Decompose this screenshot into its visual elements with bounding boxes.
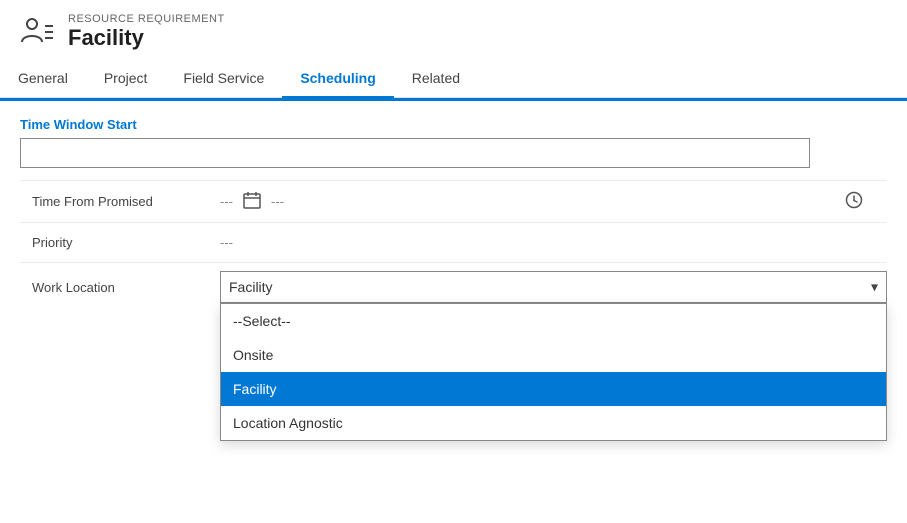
- dropdown-chevron-icon: ▾: [871, 279, 878, 296]
- header-subtitle: RESOURCE REQUIREMENT: [68, 13, 225, 25]
- tab-related[interactable]: Related: [394, 60, 478, 98]
- value-time-from-promised: --- ---: [220, 191, 887, 212]
- section-title-time-window: Time Window Start: [20, 117, 887, 132]
- label-work-location: Work Location: [20, 280, 220, 295]
- tab-general[interactable]: General: [0, 60, 86, 98]
- time-from-value1: ---: [220, 194, 233, 209]
- header-title: Facility: [68, 25, 225, 51]
- work-location-dropdown-container: Facility ▾ --Select-- Onsite Facility Lo…: [220, 271, 887, 303]
- time-window-start-input[interactable]: [20, 138, 810, 168]
- page-wrapper: RESOURCE REQUIREMENT Facility General Pr…: [0, 0, 907, 523]
- option-facility[interactable]: Facility: [221, 372, 886, 406]
- work-location-options: --Select-- Onsite Facility Location Agno…: [220, 303, 887, 441]
- option-location-agnostic[interactable]: Location Agnostic: [221, 406, 886, 440]
- tab-field-service[interactable]: Field Service: [165, 60, 282, 98]
- label-priority: Priority: [20, 235, 220, 250]
- option-select[interactable]: --Select--: [221, 304, 886, 338]
- header-text: RESOURCE REQUIREMENT Facility: [68, 13, 225, 51]
- tab-scheduling[interactable]: Scheduling: [282, 60, 393, 98]
- form-area: Time Window Start Time From Promised ---…: [0, 101, 907, 523]
- time-from-value2: ---: [271, 194, 284, 209]
- work-location-selected-value: Facility: [229, 279, 273, 295]
- calendar-icon[interactable]: [243, 191, 261, 212]
- value-priority: ---: [220, 235, 887, 250]
- work-location-dropdown[interactable]: Facility ▾: [220, 271, 887, 303]
- row-work-location: Work Location Facility ▾ --Select-- Onsi…: [20, 262, 887, 311]
- resource-icon: [16, 12, 56, 52]
- row-time-from-promised: Time From Promised --- ---: [20, 180, 887, 222]
- page-header: RESOURCE REQUIREMENT Facility: [0, 0, 907, 60]
- tab-project[interactable]: Project: [86, 60, 166, 98]
- priority-value: ---: [220, 235, 233, 250]
- clock-icon[interactable]: [845, 191, 863, 212]
- label-time-from-promised: Time From Promised: [20, 194, 220, 209]
- option-onsite[interactable]: Onsite: [221, 338, 886, 372]
- tab-navigation: General Project Field Service Scheduling…: [0, 60, 907, 98]
- row-priority: Priority ---: [20, 222, 887, 262]
